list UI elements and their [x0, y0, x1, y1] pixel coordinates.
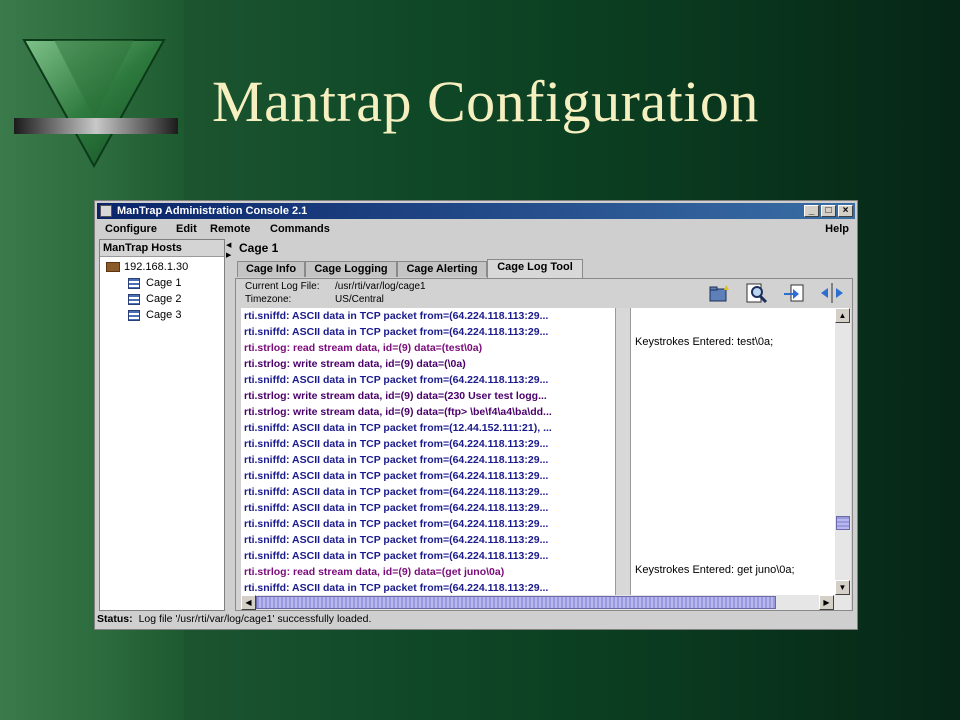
tab-cage-logging[interactable]: Cage Logging [305, 261, 397, 277]
keystroke-line: Keystrokes Entered: test\0a; [635, 336, 774, 348]
open-log-icon[interactable] [707, 281, 733, 305]
cage-icon [128, 309, 140, 321]
log-line[interactable]: rti.sniffd: ASCII data in TCP packet fro… [244, 580, 548, 595]
panel-splitter[interactable]: ◀ ▶ [226, 239, 232, 611]
status-label: Status: [97, 613, 133, 625]
log-line[interactable]: rti.sniffd: ASCII data in TCP packet fro… [244, 308, 548, 324]
vertical-scroll-thumb[interactable] [836, 516, 850, 530]
host-label: 192.168.1.30 [124, 261, 189, 273]
menu-help[interactable]: Help [825, 223, 849, 235]
tab-cage-alerting[interactable]: Cage Alerting [397, 261, 487, 277]
cage-label: Cage 2 [146, 293, 182, 305]
maximize-button[interactable]: □ [821, 205, 836, 217]
log-line[interactable]: rti.strlog: write stream data, id=(9) da… [244, 388, 547, 404]
scroll-up-icon[interactable]: ▲ [835, 308, 850, 323]
search-log-icon[interactable] [743, 281, 769, 305]
import-icon[interactable] [781, 281, 807, 305]
slide-title: Mantrap Configuration [212, 69, 759, 134]
log-line[interactable]: rti.sniffd: ASCII data in TCP packet fro… [244, 516, 548, 532]
status-text: Log file '/usr/rti/var/log/cage1' succes… [138, 613, 372, 625]
collapse-left-icon[interactable]: ◀ [226, 241, 231, 249]
vertical-scrollbar[interactable]: ▲ ▼ [835, 308, 851, 595]
log-line[interactable]: rti.strlog: write stream data, id=(9) da… [244, 356, 466, 372]
log-line[interactable]: rti.strlog: write stream data, id=(9) da… [244, 404, 552, 420]
log-line[interactable]: rti.sniffd: ASCII data in TCP packet fro… [244, 548, 548, 564]
log-divider[interactable] [615, 308, 631, 595]
log-line[interactable]: rti.sniffd: ASCII data in TCP packet fro… [244, 452, 548, 468]
tree-cage-1[interactable]: Cage 1 [128, 276, 181, 291]
hosts-panel: ManTrap Hosts 192.168.1.30 Cage 1 Cage 2… [99, 239, 225, 611]
log-line[interactable]: rti.strlog: read stream data, id=(9) dat… [244, 340, 482, 356]
mantrap-console-window: ManTrap Administration Console 2.1 _ □ ×… [94, 200, 858, 630]
log-line[interactable]: rti.strlog: read stream data, id=(9) dat… [244, 564, 504, 580]
hosts-header: ManTrap Hosts [100, 240, 224, 257]
menu-remote[interactable]: Remote [210, 223, 250, 235]
log-line[interactable]: rti.sniffd: ASCII data in TCP packet fro… [244, 372, 548, 388]
tree-cage-2[interactable]: Cage 2 [128, 292, 181, 307]
scroll-left-icon[interactable]: ◀ [241, 595, 256, 610]
host-icon [106, 262, 120, 273]
log-line[interactable]: rti.sniffd: ASCII data in TCP packet fro… [244, 500, 548, 516]
current-log-label: Current Log File: [245, 281, 320, 292]
close-button[interactable]: × [838, 205, 853, 217]
current-log-value: /usr/rti/var/log/cage1 [335, 281, 426, 292]
keystroke-pane: Keystrokes Entered: test\0a; Keystrokes … [631, 308, 835, 595]
cage-icon [128, 277, 140, 289]
menu-bar: Configure Edit Remote Commands Help [97, 220, 855, 238]
log-line[interactable]: rti.sniffd: ASCII data in TCP packet fro… [244, 436, 548, 452]
log-line[interactable]: rti.sniffd: ASCII data in TCP packet fro… [244, 420, 552, 436]
expand-icon[interactable] [819, 281, 845, 305]
window-titlebar[interactable]: ManTrap Administration Console 2.1 _ □ × [97, 203, 855, 219]
scroll-down-icon[interactable]: ▼ [835, 580, 850, 595]
cage-title: Cage 1 [239, 241, 279, 255]
scroll-right-icon[interactable]: ▶ [819, 595, 834, 610]
minimize-button[interactable]: _ [804, 205, 819, 217]
menu-configure[interactable]: Configure [105, 223, 157, 235]
cage-label: Cage 1 [146, 277, 182, 289]
log-line[interactable]: rti.sniffd: ASCII data in TCP packet fro… [244, 484, 548, 500]
tree-cage-3[interactable]: Cage 3 [128, 308, 181, 323]
tab-cage-log-tool[interactable]: Cage Log Tool [487, 259, 583, 278]
log-list[interactable]: rti.sniffd: ASCII data in TCP packet fro… [241, 308, 615, 595]
cage-label: Cage 3 [146, 309, 182, 321]
log-line[interactable]: rti.sniffd: ASCII data in TCP packet fro… [244, 468, 548, 484]
window-title: ManTrap Administration Console 2.1 [117, 205, 308, 217]
timezone-value: US/Central [335, 294, 384, 305]
timezone-label: Timezone: [245, 294, 292, 305]
app-icon [100, 205, 112, 217]
log-line[interactable]: rti.sniffd: ASCII data in TCP packet fro… [244, 324, 548, 340]
triangle-logo [14, 39, 178, 168]
tab-cage-info[interactable]: Cage Info [237, 261, 305, 277]
status-bar: Status: Log file '/usr/rti/var/log/cage1'… [97, 611, 855, 628]
cage-icon [128, 293, 140, 305]
menu-commands[interactable]: Commands [270, 223, 330, 235]
horizontal-scroll-thumb[interactable] [256, 596, 776, 609]
tree-host-item[interactable]: 192.168.1.30 [106, 260, 188, 275]
keystroke-line: Keystrokes Entered: get juno\0a; [635, 564, 795, 576]
expand-right-icon[interactable]: ▶ [226, 251, 231, 259]
menu-edit[interactable]: Edit [176, 223, 197, 235]
horizontal-scrollbar[interactable]: ◀ ▶ [241, 595, 851, 610]
log-line[interactable]: rti.sniffd: ASCII data in TCP packet fro… [244, 532, 548, 548]
